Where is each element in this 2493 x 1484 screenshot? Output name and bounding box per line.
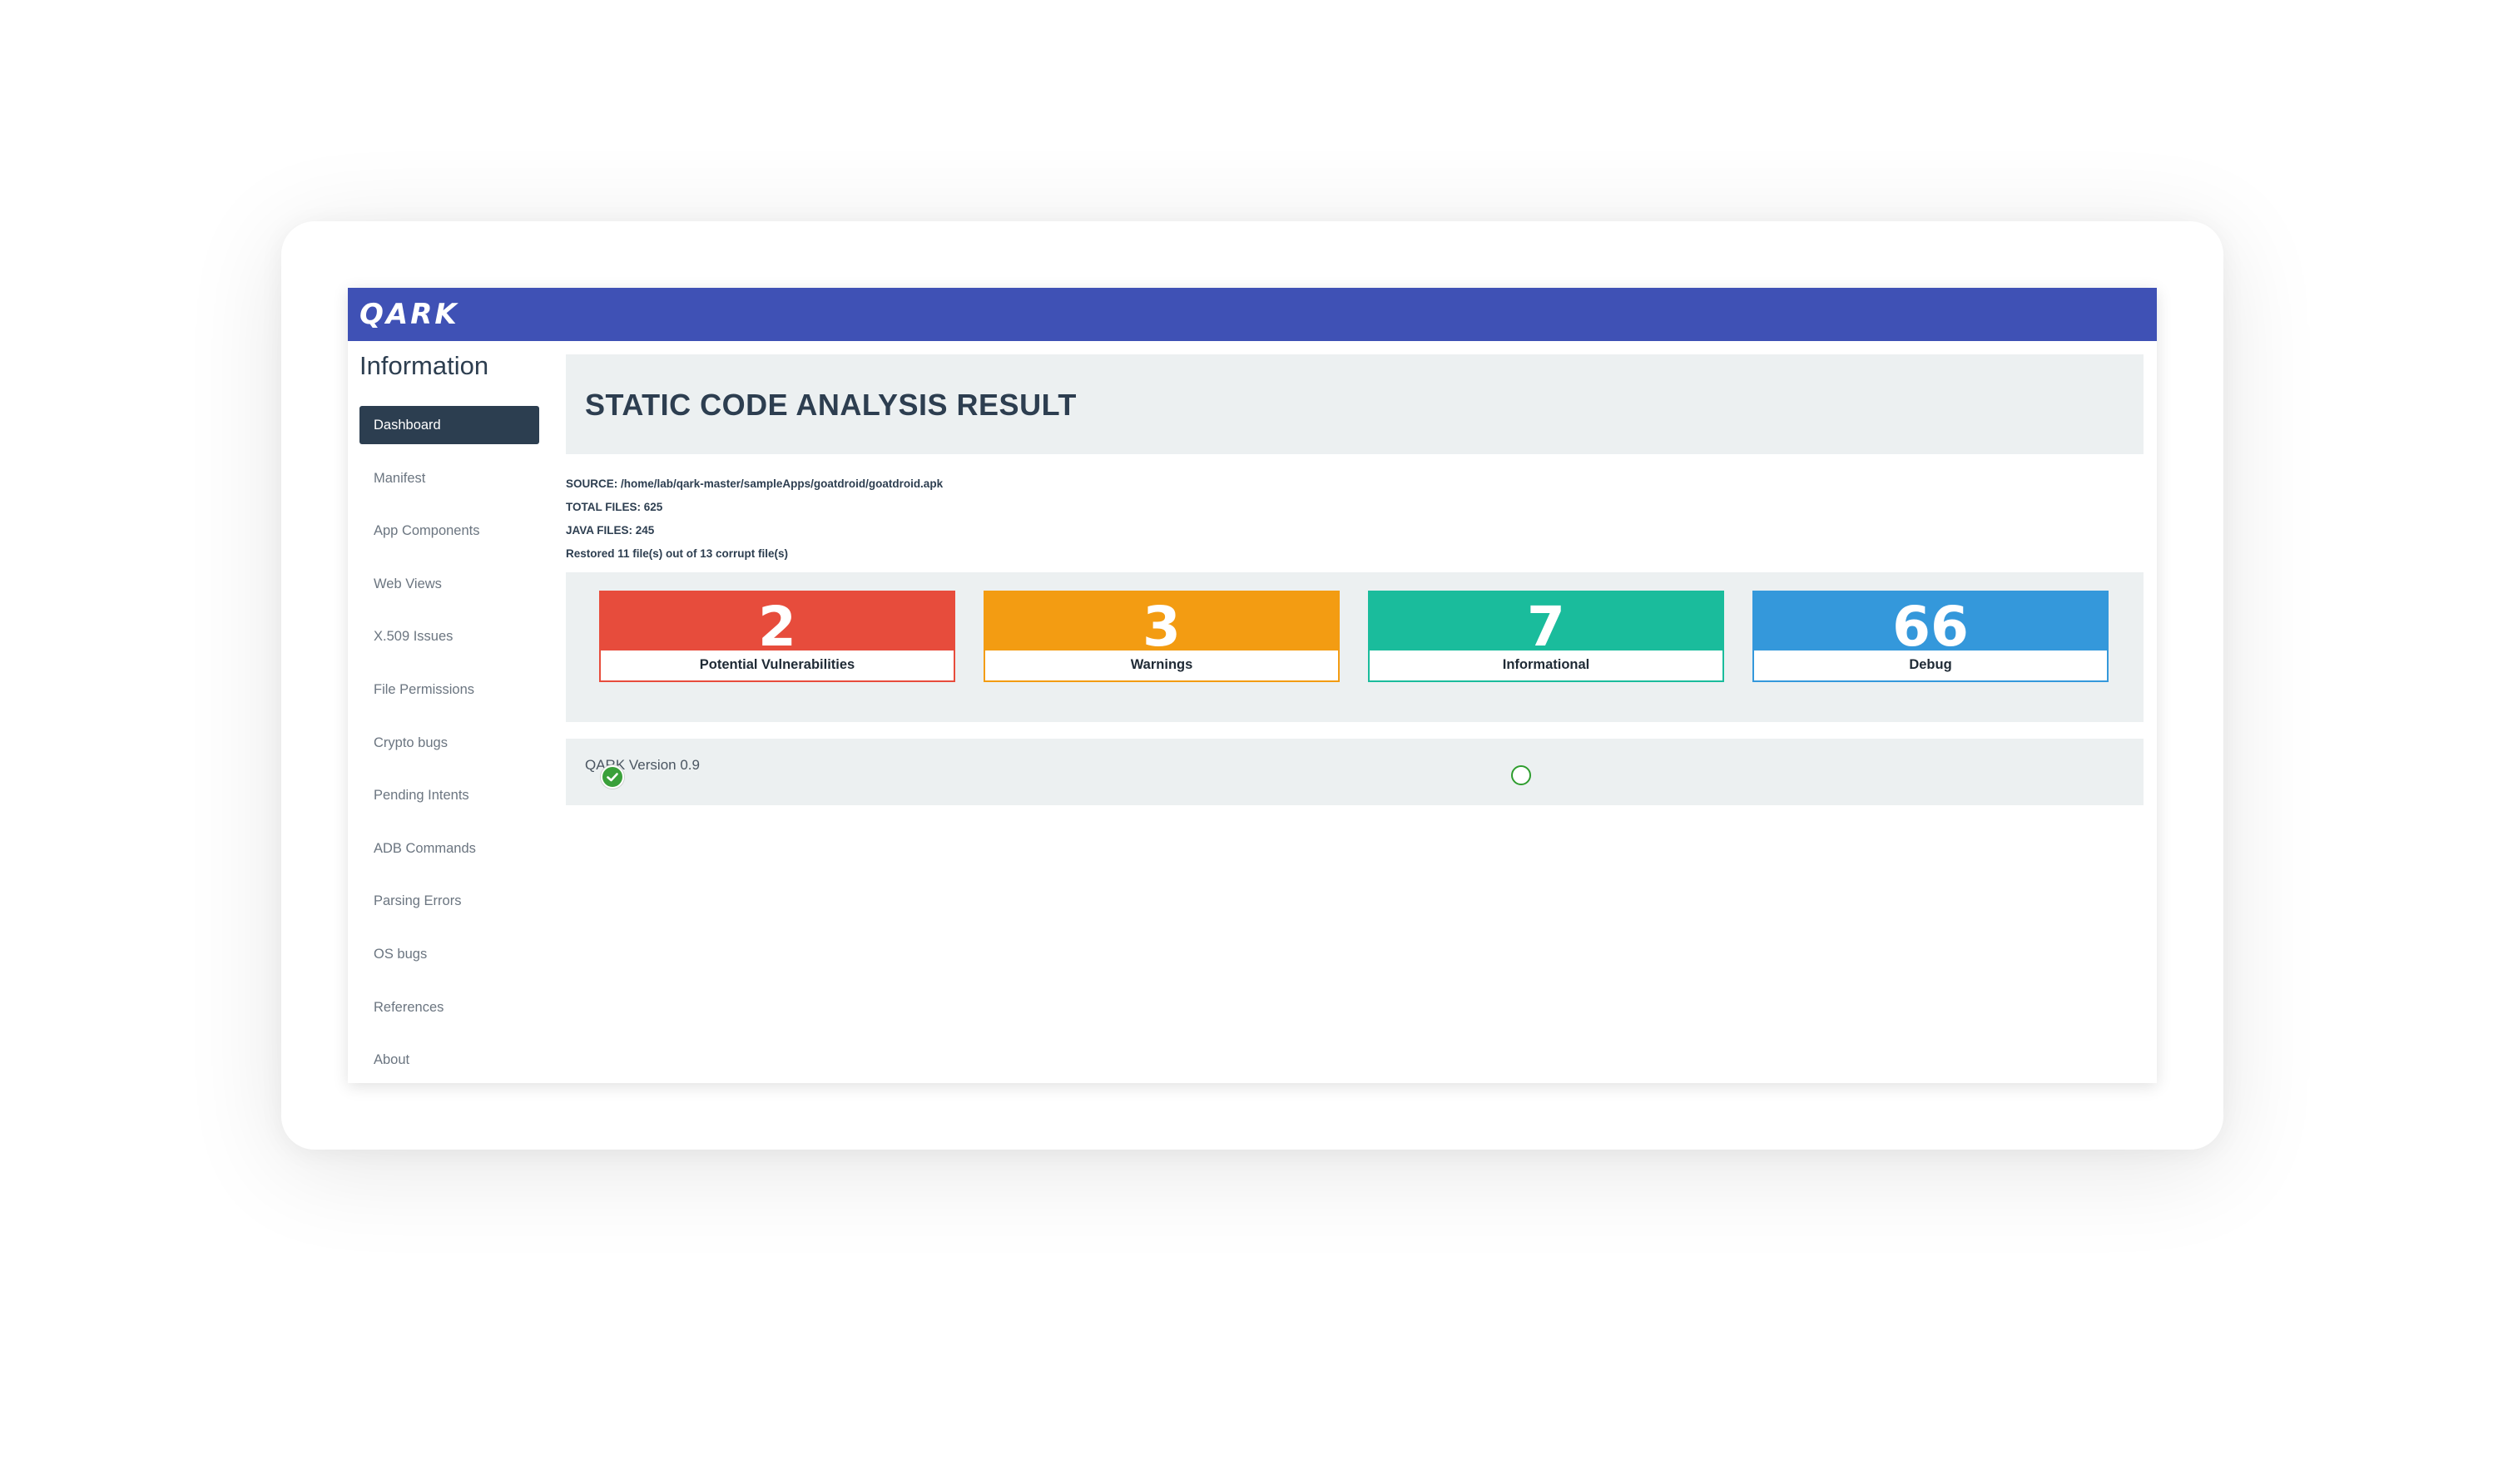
page-title: STATIC CODE ANALYSIS RESULT — [585, 388, 1077, 422]
sidebar-item-pending-intents[interactable]: Pending Intents — [359, 776, 539, 814]
stat-card-informational[interactable]: 7 Informational — [1368, 591, 1724, 682]
source-info: SOURCE: /home/lab/qark-master/sampleApps… — [566, 472, 943, 566]
sidebar-item-references[interactable]: References — [359, 988, 539, 1026]
stat-label-informational: Informational — [1502, 657, 1590, 672]
app-window: QARK Information Dashboard Manifest App … — [348, 288, 2157, 1083]
sidebar-nav: Dashboard Manifest App Components Web Vi… — [359, 406, 539, 1083]
sidebar-item-app-components[interactable]: App Components — [359, 512, 539, 550]
source-path: SOURCE: /home/lab/qark-master/sampleApps… — [566, 477, 944, 490]
stat-count-informational: 7 — [1370, 592, 1722, 650]
sidebar-item-file-permissions[interactable]: File Permissions — [359, 670, 539, 709]
sidebar-item-dashboard[interactable]: Dashboard — [359, 406, 539, 444]
sidebar-item-web-views[interactable]: Web Views — [359, 565, 539, 603]
circle-outline-icon[interactable] — [1511, 765, 1531, 785]
total-files: TOTAL FILES: 625 — [566, 501, 663, 513]
version-panel: QARK Version 0.9 — [566, 739, 2144, 805]
stat-card-debug[interactable]: 66 Debug — [1752, 591, 2109, 682]
qark-logo[interactable]: QARK — [359, 296, 459, 333]
stat-label-warnings: Warnings — [1130, 657, 1193, 672]
sidebar-title: Information — [359, 351, 489, 380]
java-files: JAVA FILES: 245 — [566, 524, 655, 537]
sidebar-item-adb-commands[interactable]: ADB Commands — [359, 829, 539, 868]
stat-card-warnings[interactable]: 3 Warnings — [984, 591, 1340, 682]
top-navbar: QARK — [348, 288, 2157, 341]
title-panel: STATIC CODE ANALYSIS RESULT — [566, 354, 2144, 454]
sidebar-item-manifest[interactable]: Manifest — [359, 459, 539, 497]
restored-files: Restored 11 file(s) out of 13 corrupt fi… — [566, 547, 789, 560]
sidebar-item-os-bugs[interactable]: OS bugs — [359, 935, 539, 973]
stat-card-vulnerabilities[interactable]: 2 Potential Vulnerabilities — [599, 591, 955, 682]
stat-label-debug: Debug — [1909, 657, 1952, 672]
stat-label-vulnerabilities: Potential Vulnerabilities — [699, 657, 855, 672]
stat-count-debug: 66 — [1754, 592, 2107, 650]
sidebar-item-about[interactable]: About — [359, 1041, 539, 1079]
check-circle-icon[interactable] — [601, 765, 624, 789]
stat-count-warnings: 3 — [985, 592, 1338, 650]
sidebar-item-parsing-errors[interactable]: Parsing Errors — [359, 882, 539, 920]
sidebar: Information Dashboard Manifest App Compo… — [348, 341, 566, 1083]
main-content: STATIC CODE ANALYSIS RESULT SOURCE: /hom… — [566, 341, 2157, 1083]
stats-panel: 2 Potential Vulnerabilities 3 Warnings 7… — [566, 572, 2144, 722]
sidebar-item-x509-issues[interactable]: X.509 Issues — [359, 617, 539, 655]
stat-count-vulnerabilities: 2 — [601, 592, 954, 650]
sidebar-item-crypto-bugs[interactable]: Crypto bugs — [359, 724, 539, 762]
